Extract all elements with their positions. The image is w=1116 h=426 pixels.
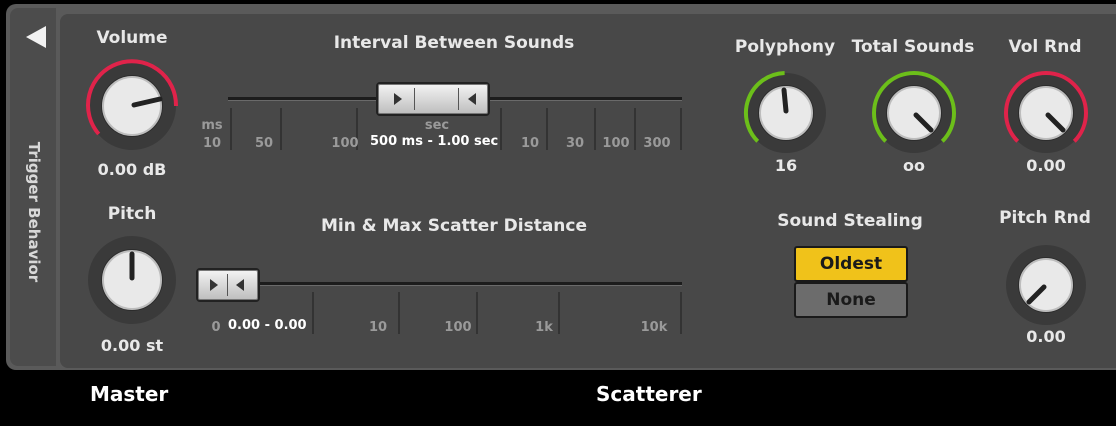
interval-tick: [280, 108, 282, 150]
interval-tick-label: 50: [254, 136, 274, 151]
scatter-tick-label: 1k: [535, 320, 553, 335]
scatter-range-value: 0.00 - 0.00: [228, 318, 307, 333]
trigger-behavior-label: Trigger Behavior: [25, 141, 43, 283]
pitch-label: Pitch: [107, 204, 157, 224]
interval-tick-label: 100: [331, 136, 359, 151]
interval-tick: [594, 108, 596, 150]
volume-knob[interactable]: [80, 54, 184, 158]
scatter-tick: [312, 292, 314, 334]
interval-tick: [680, 108, 682, 150]
range-max-arrow-icon[interactable]: [236, 279, 244, 291]
thumb-divider: [414, 88, 415, 110]
pitch-rnd-label: Pitch Rnd: [999, 208, 1091, 228]
interval-tick-label: 10: [520, 136, 540, 151]
volume-label: Volume: [96, 28, 168, 48]
sound-stealing-none-button[interactable]: None: [794, 282, 908, 318]
scatterer-label[interactable]: Scatterer: [596, 382, 702, 406]
interval-tick: [546, 108, 548, 150]
interval-tick-label: 10: [202, 136, 222, 151]
interval-tick-label: 300: [643, 136, 671, 151]
sound-stealing-label: Sound Stealing: [777, 211, 923, 231]
thumb-divider: [227, 274, 228, 296]
vol-rnd-value: 0.00: [1026, 156, 1066, 175]
total-sounds-label: Total Sounds: [851, 37, 975, 57]
scatter-tick-label: 0: [211, 320, 221, 335]
interval-label: Interval Between Sounds: [333, 33, 575, 53]
pitch-rnd-value: 0.00: [1026, 327, 1066, 346]
interval-unit-ms: ms: [201, 118, 223, 133]
thumb-divider: [458, 88, 459, 110]
polyphony-knob[interactable]: [741, 68, 831, 158]
scatter-tick-label: 10k: [640, 320, 668, 335]
master-label[interactable]: Master: [90, 382, 168, 406]
interval-tick-label: 100: [602, 136, 630, 151]
range-max-arrow-icon[interactable]: [468, 93, 476, 105]
scatter-tick: [398, 292, 400, 334]
collapse-arrow-icon[interactable]: [26, 26, 46, 48]
interval-tick: [634, 108, 636, 150]
polyphony-value: 16: [774, 156, 798, 175]
sound-stealing-oldest-button[interactable]: Oldest: [794, 246, 908, 282]
vol-rnd-knob[interactable]: [1001, 68, 1091, 158]
polyphony-label: Polyphony: [734, 37, 836, 57]
total-sounds-knob[interactable]: [869, 68, 959, 158]
vol-rnd-label: Vol Rnd: [1008, 37, 1082, 57]
range-min-arrow-icon[interactable]: [210, 279, 218, 291]
volume-value: 0.00 dB: [97, 160, 167, 179]
scatter-tick-label: 100: [444, 320, 472, 335]
scatter-range-thumb[interactable]: [196, 268, 260, 302]
interval-range-thumb[interactable]: [376, 82, 490, 116]
interval-unit-sec: sec: [424, 118, 450, 133]
interval-tick: [500, 108, 502, 150]
range-min-arrow-icon[interactable]: [394, 93, 402, 105]
scatter-tick-label: 10: [368, 320, 388, 335]
scatter-label: Min & Max Scatter Distance: [320, 216, 588, 236]
interval-tick-label: 30: [565, 136, 585, 151]
scatter-tick: [680, 292, 682, 334]
scatter-tick: [476, 292, 478, 334]
total-sounds-value: oo: [903, 156, 925, 175]
pitch-rnd-knob[interactable]: [1001, 240, 1091, 330]
scatter-tick: [558, 292, 560, 334]
pitch-value: 0.00 st: [100, 336, 164, 355]
plugin-window: Trigger Behavior Volume 0.00 dB Pitch 0.…: [0, 0, 1116, 426]
scatter-track[interactable]: [200, 282, 682, 286]
interval-range-value: 500 ms - 1.00 sec: [370, 134, 499, 149]
interval-tick: [230, 108, 232, 150]
pitch-knob[interactable]: [80, 228, 184, 332]
